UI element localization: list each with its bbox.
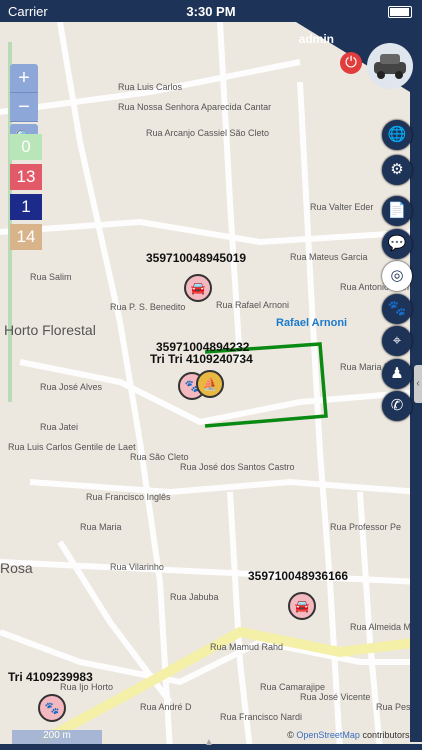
paw-button[interactable]: 🐾: [382, 294, 412, 324]
count-badge-red[interactable]: 13: [10, 164, 42, 190]
settings-button[interactable]: ⚙: [382, 155, 412, 185]
locate-button[interactable]: ⌖: [382, 326, 412, 356]
vehicle-label: 359710048945019: [146, 251, 247, 265]
power-button[interactable]: ⏻: [340, 52, 362, 74]
chat-icon: 💬: [387, 235, 407, 252]
street-label: Rua Francisco Nardi: [220, 712, 303, 722]
street-label: Rua Salim: [30, 272, 72, 282]
street-label: Rua Mamud Rahd: [210, 642, 284, 652]
street-label: Rua André D: [140, 702, 192, 712]
count-badge-blue[interactable]: 1: [10, 194, 42, 220]
document-icon: 📄: [387, 202, 407, 219]
battery-icon: [388, 6, 412, 18]
user-name: admin: [298, 32, 334, 46]
street-label: Rua P. S. Benedito: [110, 302, 186, 312]
globe-icon: 🌐: [387, 126, 407, 143]
street-label: Rua Maria: [80, 522, 122, 532]
zoom-out-button[interactable]: −: [10, 93, 38, 122]
count-badge-green[interactable]: 0: [10, 134, 42, 160]
person-icon: ♟: [390, 365, 404, 382]
target-icon: ◎: [390, 267, 404, 284]
street-label: Rua São Cleto: [130, 452, 189, 462]
whatsapp-button[interactable]: ✆: [382, 391, 412, 421]
car-icon[interactable]: 🚘: [184, 274, 212, 302]
crosshair-icon: ⌖: [392, 332, 402, 349]
boat-icon[interactable]: ⛵: [196, 370, 224, 398]
gear-icon: ⚙: [390, 161, 404, 178]
street-label: Rua Luis Carlos Gentile de Laet: [8, 442, 136, 452]
status-bar: Carrier 3:30 PM: [0, 0, 422, 22]
street-label: Rua Rafael Arnoni: [216, 300, 290, 310]
chevron-up-icon[interactable]: ▲: [204, 737, 214, 748]
vehicle-avatar[interactable]: [366, 42, 414, 90]
target-button[interactable]: ◎: [382, 261, 412, 291]
area-label: Rosa: [0, 560, 33, 576]
attribution-prefix: ©: [287, 730, 294, 740]
street-label: Rua Arcanjo Cassiel São Cleto: [146, 128, 270, 138]
count-badge-tan[interactable]: 14: [10, 224, 42, 250]
street-label: Rua José Alves: [40, 382, 103, 392]
street-label: Rua José dos Santos Castro: [180, 462, 295, 472]
paw-icon[interactable]: 🐾: [38, 694, 66, 722]
vehicle-label: Tri Tri 4109240734: [150, 352, 253, 366]
clock: 3:30 PM: [186, 4, 236, 19]
vehicle-label: Tri 4109239983: [8, 670, 93, 684]
scale-bar: 200 m: [12, 730, 102, 744]
power-icon: ⏻: [345, 54, 357, 71]
street-label: Rua Luis Carlos: [118, 82, 183, 92]
street-label: Rua Vilarinho: [110, 562, 164, 572]
area-label: Horto Florestal: [4, 322, 96, 338]
chat-button[interactable]: 💬: [382, 229, 412, 259]
zoom-in-button[interactable]: +: [10, 64, 38, 93]
paw-icon: 🐾: [387, 300, 407, 317]
zoom-control: + −: [10, 64, 38, 122]
street-label: Rua Jatei: [40, 422, 79, 432]
document-button[interactable]: 📄: [382, 196, 412, 226]
chevron-left-icon: ‹: [416, 378, 420, 389]
globe-button[interactable]: 🌐: [382, 120, 412, 150]
person-button[interactable]: ♟: [382, 359, 412, 389]
street-label: Rua Francisco Inglês: [86, 492, 171, 502]
whatsapp-icon: ✆: [390, 397, 404, 414]
street-label: Rua Nossa Senhora Aparecida Cantar: [118, 102, 272, 112]
street-label: Rua Jabuba: [170, 592, 219, 602]
panel-handle[interactable]: ‹: [414, 365, 422, 403]
